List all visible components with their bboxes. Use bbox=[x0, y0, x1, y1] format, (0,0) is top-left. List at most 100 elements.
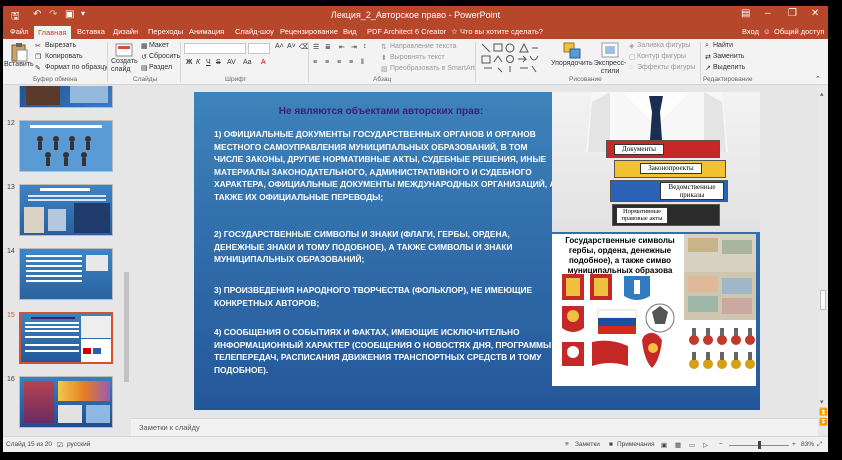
format-painter-button[interactable]: Формат по образцу bbox=[45, 64, 108, 71]
fit-slide-icon[interactable]: ⤢ bbox=[817, 441, 822, 449]
scroll-up-icon[interactable]: ▴ bbox=[820, 90, 824, 98]
cut-button[interactable]: Вырезать bbox=[45, 42, 76, 49]
minimize-icon[interactable]: – bbox=[765, 8, 771, 19]
layout-icon: ▦ bbox=[141, 43, 148, 50]
tab-animations[interactable]: Анимация bbox=[189, 27, 224, 36]
paste-icon[interactable] bbox=[10, 42, 28, 62]
tab-slideshow[interactable]: Слайд-шоу bbox=[235, 27, 274, 36]
font-color-icon[interactable]: A bbox=[261, 59, 266, 66]
slide-canvas[interactable]: Не являются объектами авторских прав: 1)… bbox=[194, 92, 760, 410]
slide-scrollbar[interactable]: ▴ ▾ ⏫ ⏬ bbox=[818, 86, 828, 436]
select-button[interactable]: Выделить bbox=[713, 64, 745, 71]
sign-in-link[interactable]: Вход bbox=[742, 27, 759, 36]
tab-review[interactable]: Рецензирование bbox=[280, 27, 338, 36]
arrange-button[interactable]: Упорядочить bbox=[551, 60, 593, 67]
state-symbols-image[interactable]: Государственные символы гербы, ордена, д… bbox=[552, 234, 756, 386]
maximize-icon[interactable]: ❐ bbox=[788, 8, 797, 19]
scroll-down-icon[interactable]: ▾ bbox=[820, 398, 824, 406]
new-slide-icon[interactable] bbox=[115, 42, 133, 58]
spellcheck-icon[interactable]: ☑ bbox=[57, 441, 63, 449]
ribbon-home: Вставить ✂ Вырезать ❐ Копировать ✎ Форма… bbox=[3, 39, 828, 85]
tab-view[interactable]: Вид bbox=[343, 27, 357, 36]
notes-toggle-button[interactable]: Заметки bbox=[575, 441, 600, 448]
shapes-gallery-icon[interactable] bbox=[480, 42, 540, 74]
thumbnails-scrollbar[interactable] bbox=[122, 86, 131, 436]
notes-pane[interactable]: Заметки к слайду bbox=[131, 418, 818, 436]
slideshow-view-icon[interactable]: ▷ bbox=[703, 441, 708, 449]
font-name-box[interactable] bbox=[184, 43, 246, 54]
ribbon-options-icon[interactable]: ▤ bbox=[741, 8, 750, 19]
italic-button[interactable]: К bbox=[196, 59, 200, 66]
line-spacing-icon[interactable]: ↕ bbox=[363, 43, 367, 50]
copy-icon: ❐ bbox=[35, 54, 42, 61]
tab-transitions[interactable]: Переходы bbox=[148, 27, 183, 36]
slide-thumbnail-14[interactable] bbox=[19, 248, 113, 300]
comments-icon: ■ bbox=[609, 441, 613, 448]
align-center-icon[interactable]: ≡ bbox=[325, 59, 329, 66]
layout-button[interactable]: Макет bbox=[149, 42, 169, 49]
tab-pdf-architect[interactable]: PDF Architect 6 Creator bbox=[367, 27, 446, 36]
character-spacing-icon[interactable]: AV bbox=[227, 59, 236, 66]
previous-slide-icon[interactable]: ⏫ bbox=[819, 408, 828, 416]
share-button[interactable]: Общий доступ bbox=[774, 27, 824, 36]
find-button[interactable]: Найти bbox=[713, 42, 733, 49]
copy-button[interactable]: Копировать bbox=[45, 53, 83, 60]
tab-design[interactable]: Дизайн bbox=[113, 27, 138, 36]
align-text-button[interactable]: Выровнять текст bbox=[390, 54, 445, 61]
slide-thumbnail-12[interactable] bbox=[19, 120, 113, 172]
comments-toggle-button[interactable]: Примечания bbox=[617, 441, 655, 448]
quick-styles-icon[interactable] bbox=[601, 42, 619, 58]
slide-sorter-icon[interactable]: ▦ bbox=[675, 441, 681, 449]
close-icon[interactable]: ✕ bbox=[811, 8, 819, 19]
indent-increase-icon[interactable]: ⇥ bbox=[351, 43, 357, 51]
section-button[interactable]: Раздел bbox=[149, 64, 172, 71]
slide-thumbnail-11[interactable] bbox=[19, 86, 113, 108]
slide-scroll-thumb[interactable] bbox=[820, 290, 826, 310]
shape-effects-button[interactable]: Эффекты фигуры bbox=[637, 64, 695, 71]
justify-icon[interactable]: ≡ bbox=[349, 59, 353, 66]
slide-item-3: 3) ПРОИЗВЕДЕНИЯ НАРОДНОГО ТВОРЧЕСТВА (ФО… bbox=[214, 285, 533, 308]
change-case-icon[interactable]: Aa bbox=[243, 59, 252, 66]
bold-button[interactable]: Ж bbox=[186, 59, 192, 66]
arrange-icon[interactable] bbox=[563, 42, 583, 60]
paste-button[interactable]: Вставить bbox=[4, 61, 34, 68]
quick-styles-button[interactable]: Экспресс-стили bbox=[593, 60, 627, 76]
reading-view-icon[interactable]: ▭ bbox=[689, 441, 695, 449]
grow-font-icon[interactable]: A˄ bbox=[275, 43, 284, 50]
tab-home[interactable]: Главная bbox=[34, 26, 71, 39]
shape-fill-button[interactable]: Заливка фигуры bbox=[637, 42, 690, 49]
numbering-icon[interactable]: ≣ bbox=[325, 43, 331, 51]
zoom-out-icon[interactable]: − bbox=[719, 441, 723, 448]
strikethrough-button[interactable]: S bbox=[216, 59, 221, 66]
zoom-slider-thumb[interactable] bbox=[758, 441, 761, 449]
language-indicator[interactable]: русский bbox=[67, 441, 90, 448]
align-left-icon[interactable]: ≡ bbox=[313, 59, 317, 66]
indent-decrease-icon[interactable]: ⇤ bbox=[339, 43, 345, 51]
tell-me-input[interactable]: Что вы хотите сделать? bbox=[460, 27, 543, 36]
slide-thumbnail-13[interactable] bbox=[19, 184, 113, 236]
underline-button[interactable]: Ч bbox=[206, 59, 211, 66]
next-slide-icon[interactable]: ⏬ bbox=[819, 418, 828, 426]
slide-thumbnail-16[interactable] bbox=[19, 376, 113, 428]
reset-button[interactable]: Сбросить bbox=[149, 53, 180, 60]
text-direction-button[interactable]: Направление текста bbox=[390, 43, 456, 50]
align-right-icon[interactable]: ≡ bbox=[337, 59, 341, 66]
font-size-box[interactable] bbox=[248, 43, 270, 54]
slide-thumbnail-15-selected[interactable] bbox=[19, 312, 113, 364]
tab-insert[interactable]: Вставка bbox=[77, 27, 105, 36]
zoom-level[interactable]: 83% bbox=[801, 441, 814, 448]
tab-file[interactable]: Файл bbox=[10, 27, 28, 36]
replace-button[interactable]: Заменить bbox=[713, 53, 744, 60]
columns-icon[interactable]: ‖ bbox=[361, 59, 364, 66]
zoom-in-icon[interactable]: + bbox=[792, 441, 796, 448]
collapse-ribbon-icon[interactable]: ⌃ bbox=[815, 75, 821, 83]
convert-smartart-button[interactable]: Преобразовать в SmartArt bbox=[390, 65, 475, 72]
businessman-binders-image[interactable]: Документы Законопроекты Ведомственные пр… bbox=[552, 92, 760, 232]
thumbnails-scroll-thumb[interactable] bbox=[124, 272, 129, 382]
shape-outline-button[interactable]: Контур фигуры bbox=[637, 53, 686, 60]
slide-text-box[interactable]: Не являются объектами авторских прав: 1)… bbox=[208, 106, 556, 406]
new-slide-button[interactable]: Создать слайд bbox=[111, 58, 138, 74]
shrink-font-icon[interactable]: A˅ bbox=[287, 43, 296, 50]
normal-view-icon[interactable]: ▣ bbox=[661, 441, 667, 449]
bullets-icon[interactable]: ☰ bbox=[313, 43, 319, 51]
